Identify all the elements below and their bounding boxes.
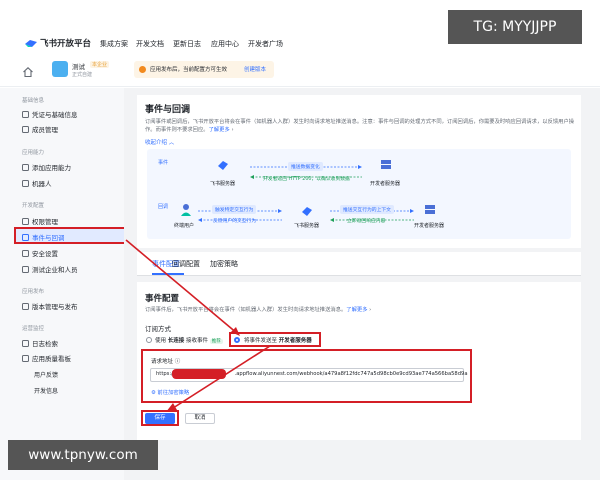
quality-icon [22,354,29,362]
page-title: 事件与回调 [145,105,191,115]
sidebar-item-credentials[interactable]: 凭证与基础信息 [22,109,78,119]
shield-icon [22,249,29,257]
nav-link-solutions[interactable]: 集成方案 [100,39,128,49]
sidebar-subitem-feedback[interactable]: 用户反馈 [34,370,58,379]
watermark-bottom: www.tpnyw.com [8,440,158,470]
brand-name[interactable]: 飞书开放平台 [40,37,91,49]
app-name: 测试 [72,63,85,71]
diagram-feishu-server: 飞书服务器 [210,181,236,187]
logs-icon [22,339,29,347]
tab-encryption[interactable]: 加密策略 [210,259,238,269]
permissions-icon [22,217,29,225]
sidebar-item-bot[interactable]: 机器人 [22,178,52,188]
diagram-push-change: 推送数据变化 [288,162,323,171]
members-icon [22,125,29,133]
sidebar-group-capability: 应用能力 [22,150,45,156]
feishu-server-icon [218,161,228,170]
sidebar-item-logs[interactable]: 日志检索 [22,338,58,348]
notice-text: 应用发布后，当前配置方可生效 [150,67,228,73]
sidebar-item-versions[interactable]: 版本管理与发布 [22,301,78,311]
sidebar-item-security[interactable]: 安全设置 [22,248,58,258]
highlight-dev-server-option [229,332,321,347]
collapse-intro-link[interactable]: 收起介绍 ︿ [145,138,174,146]
add-capability-icon [22,163,29,171]
bot-icon [22,179,29,187]
event-config-title: 事件配置 [145,294,180,304]
highlight-sidebar-events [14,227,126,244]
config-tabs [137,252,581,276]
credentials-icon [22,110,29,118]
redaction-mark [172,369,226,379]
diagram-http-ok: 开发者返回 HTTP 200，以确认收到数据 [263,177,350,182]
sidebar-item-test-org[interactable]: 测试企业和人员 [22,264,78,274]
create-version-link[interactable]: 创建版本 [244,65,266,73]
home-icon[interactable] [22,66,34,78]
intro-description: 订阅事件或回调后，飞书开放平台将会在事件（如机器人入群）发生时向请求地址推送消息… [145,119,575,133]
diagram-trigger: 触发特定交互行为 [212,205,257,214]
test-org-icon [22,265,29,273]
diagram-dev-server-2: 开发者服务器 [414,223,445,229]
feishu-server-icon [302,207,312,216]
warning-icon [139,66,146,73]
sidebar-item-quality[interactable]: 应用质量看板 [22,353,71,363]
sidebar-item-permissions[interactable]: 权限管理 [22,216,58,226]
save-button[interactable]: 保存 [145,413,175,424]
sidebar-group-monitoring: 运营监控 [22,326,45,332]
nav-link-changelog[interactable]: 更新日志 [173,39,201,49]
recommended-badge: 推荐 [209,339,223,344]
sidebar-group-basic: 基础信息 [22,98,45,104]
sidebar-group-dev-config: 开发配置 [22,203,45,209]
sidebar [0,88,124,480]
watermark-top: TG: MYYJJPP [448,10,582,44]
feishu-logo-icon [25,40,37,47]
app-type: 正式自建 [72,72,93,78]
diagram-dev-server-1: 开发者服务器 [370,181,401,187]
sidebar-item-members[interactable]: 成员管理 [22,124,58,134]
tab-callback-config[interactable]: 回调配置 [172,259,200,269]
user-icon [181,204,191,216]
event-config-desc: 订阅事件后，飞书开放平台将会在事件（如机器人入群）发生时向请求地址推送消息。了解… [145,307,372,313]
encryption-strategy-link[interactable]: ⚙ 前往加密策略 [151,388,189,396]
active-tab-indicator [152,273,184,275]
diagram-feishu-server-2: 飞书服务器 [294,223,320,229]
diagram-end-user: 终端用户 [174,223,195,229]
learn-more-link[interactable]: 了解更多 [209,127,230,133]
diagram-feedback: 反馈用户的交互行为 [213,219,257,224]
app-tag: 本企业 [90,61,110,68]
request-url-label: 请求地址 ⓘ [151,359,181,365]
nav-link-docs[interactable]: 开发文档 [136,39,164,49]
sidebar-group-release: 应用发布 [22,289,45,295]
diagram-response: 立即返回响应内容 [347,219,386,224]
dev-server-icon [425,205,435,214]
sidebar-item-add-capability[interactable]: 添加应用能力 [22,162,71,172]
diagram-callback-label: 回调 [158,204,169,210]
radio-long-connection[interactable] [146,337,152,343]
dev-server-icon [381,160,391,169]
option-long-connection[interactable]: 使用 长连接 接收事件 推荐 [155,336,223,344]
nav-link-app-center[interactable]: 应用中心 [211,39,239,49]
learn-more-link-2[interactable]: 了解更多 [346,307,367,313]
subscribe-method-label: 订阅方式 [145,325,171,333]
diagram-push-context: 推送交互行为的上下文 [340,205,394,214]
sidebar-subitem-dev-info[interactable]: 开发信息 [34,386,58,395]
versions-icon [22,302,29,310]
cancel-button[interactable]: 取消 [185,413,215,424]
nav-link-developer-square[interactable]: 开发者广场 [248,39,283,49]
app-icon [52,61,68,77]
diagram-event-label: 事件 [158,160,169,166]
